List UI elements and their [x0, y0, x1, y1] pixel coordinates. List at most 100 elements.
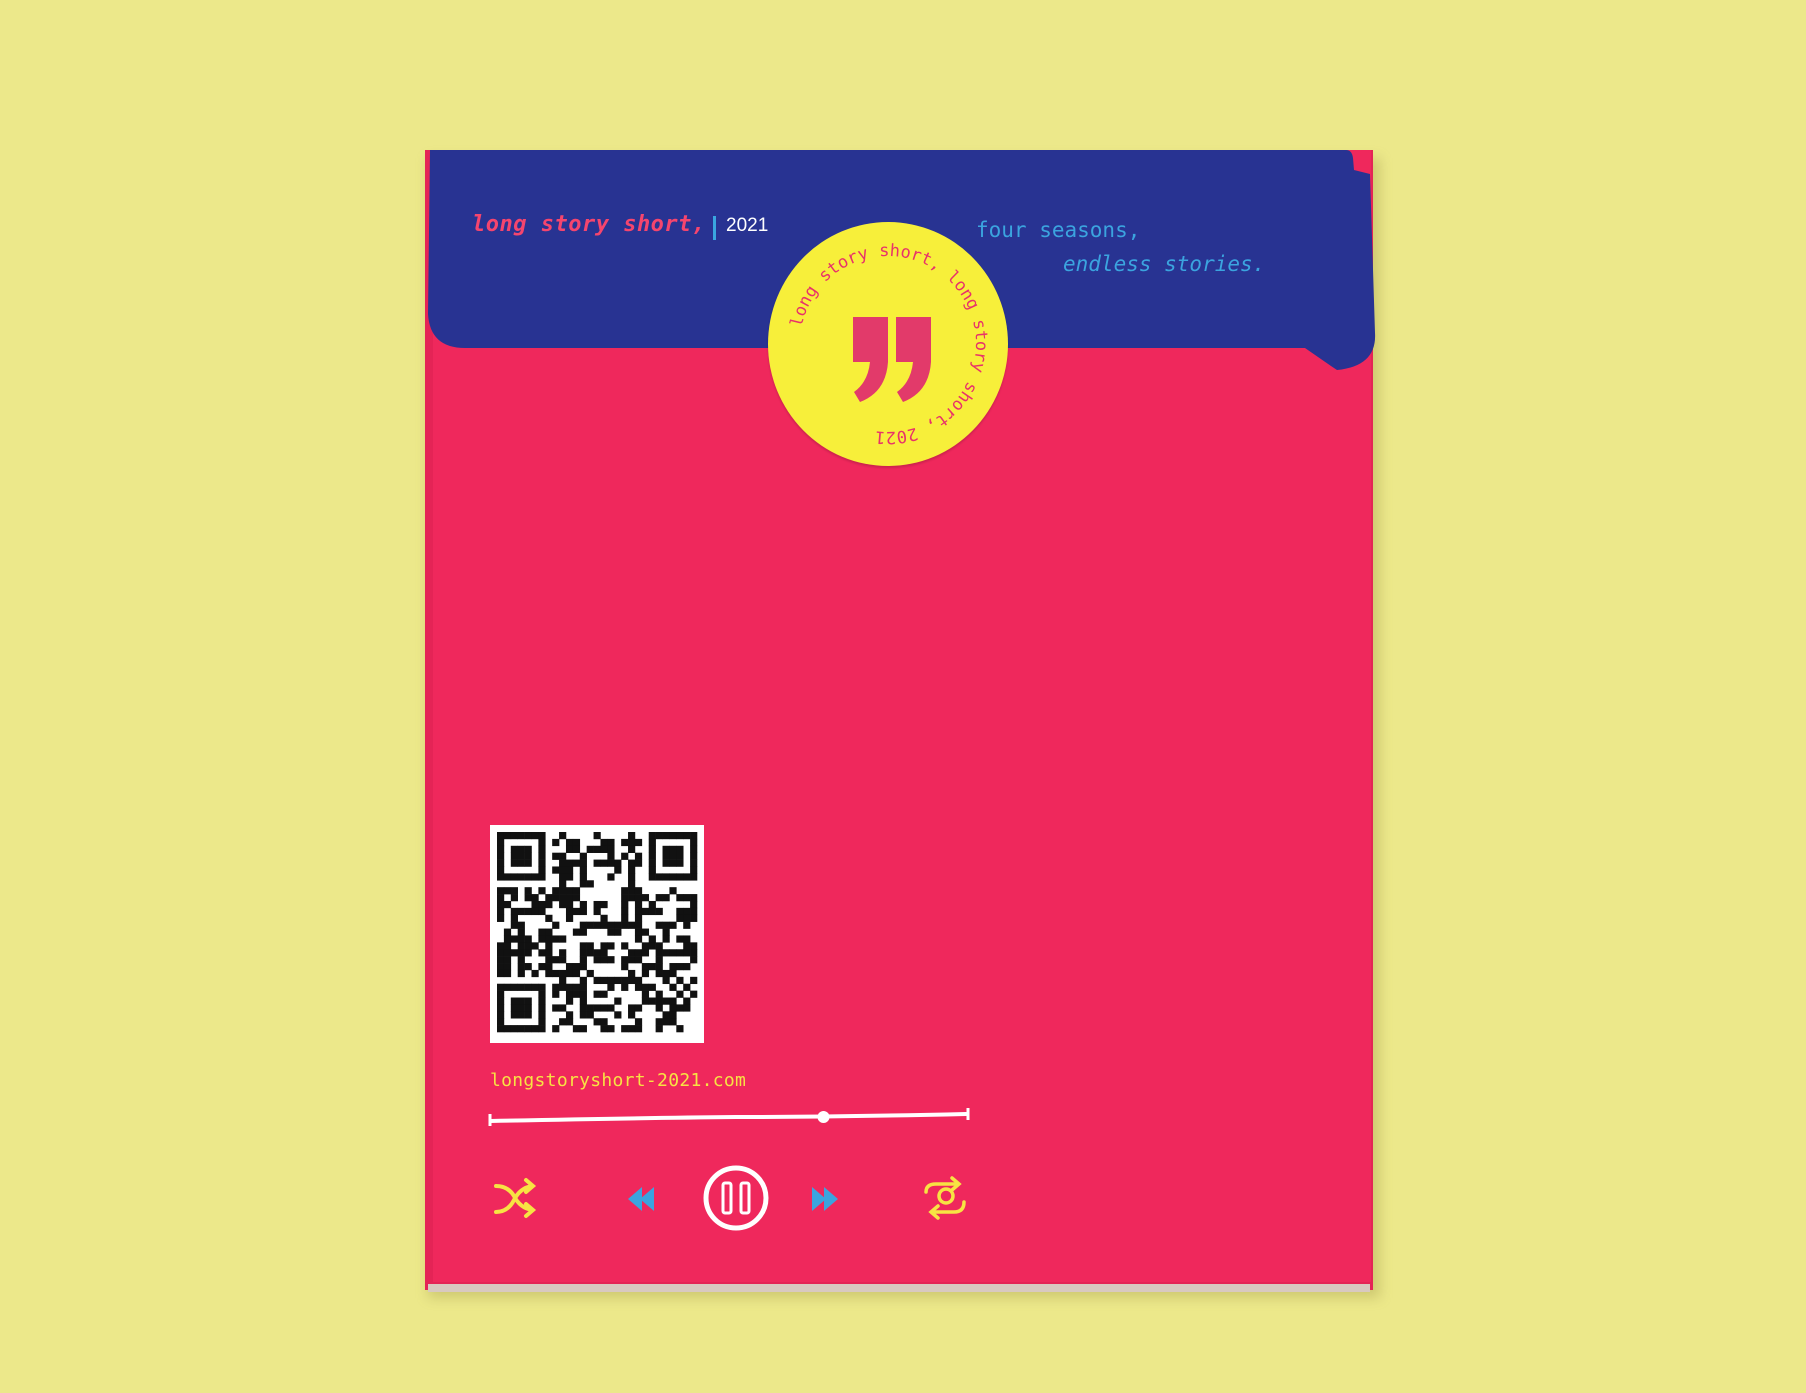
qr-module	[621, 942, 629, 950]
qr-module	[662, 928, 670, 936]
qr-module	[538, 935, 546, 943]
qr-module	[600, 942, 608, 950]
qr-module	[634, 838, 643, 847]
qr-module	[683, 832, 691, 840]
qr-module	[503, 983, 512, 991]
qr-module	[531, 969, 539, 978]
qr-module	[503, 969, 512, 978]
qr-module	[517, 997, 525, 1005]
qr-module	[552, 894, 560, 902]
qr-module	[628, 921, 636, 929]
brand-title: long story short,	[472, 212, 706, 237]
qr-module	[662, 1011, 670, 1019]
qr-module	[572, 969, 581, 978]
qr-module	[510, 935, 518, 943]
repeat-one-icon	[924, 1176, 966, 1220]
qr-module	[497, 887, 505, 895]
qr-module	[579, 942, 587, 950]
qr-module	[497, 1011, 505, 1019]
qr-module	[572, 928, 581, 936]
qr-module	[552, 1025, 560, 1033]
qr-module	[648, 997, 656, 1005]
qr-module	[586, 1011, 594, 1019]
qr-module	[683, 907, 691, 916]
qr-module	[538, 1018, 546, 1026]
qr-module	[628, 956, 636, 964]
shuffle-icon	[494, 1178, 537, 1218]
qr-module	[628, 1004, 636, 1012]
qr-module	[559, 1018, 567, 1026]
qr-module	[676, 963, 684, 971]
qr-module	[572, 894, 581, 902]
qr-module	[559, 866, 567, 874]
qr-module	[614, 976, 622, 985]
qr-module	[662, 935, 670, 943]
qr-module	[607, 845, 615, 853]
qr-module	[690, 838, 698, 847]
qr-module	[565, 1018, 574, 1026]
qr-module	[572, 845, 581, 853]
qr-module	[662, 997, 670, 1005]
qr-module	[538, 832, 546, 840]
qr-module	[600, 914, 608, 922]
qr-module	[538, 887, 546, 895]
qr-module	[538, 963, 546, 971]
qr-module	[662, 894, 670, 902]
qr-module	[579, 956, 587, 964]
qr-module	[559, 935, 567, 943]
qr-module	[538, 900, 546, 909]
qr-module	[524, 963, 532, 971]
qr-module	[648, 838, 656, 847]
qr-module	[579, 1011, 587, 1019]
qr-module	[524, 935, 532, 943]
qr-module	[641, 942, 650, 950]
qr-module	[634, 1025, 643, 1033]
qr-module	[600, 949, 608, 957]
qr-module	[517, 832, 525, 840]
qr-module	[517, 928, 525, 936]
qr-module	[683, 921, 691, 929]
qr-module	[545, 894, 553, 902]
qr-module	[628, 887, 636, 895]
qr-module	[517, 942, 525, 950]
title-separator	[713, 216, 716, 240]
qr-module	[621, 921, 629, 929]
qr-module	[690, 859, 698, 867]
qr-module	[614, 921, 622, 929]
qr-module	[497, 873, 505, 881]
qr-module	[517, 852, 525, 860]
qr-module	[538, 838, 546, 847]
qr-module	[517, 935, 525, 943]
qr-module	[497, 845, 505, 853]
qr-module	[655, 1018, 663, 1026]
qr-module	[510, 1025, 518, 1033]
qr-module	[524, 894, 532, 902]
qr-module	[690, 914, 698, 922]
qr-module	[565, 914, 574, 922]
qr-module	[510, 894, 518, 902]
qr-module	[634, 935, 643, 943]
qr-module	[655, 1025, 663, 1033]
qr-module	[593, 976, 601, 985]
qr-module	[517, 956, 525, 964]
qr-module	[538, 852, 546, 860]
qr-module	[690, 900, 698, 909]
qr-module	[628, 859, 636, 867]
qr-module	[600, 956, 608, 964]
qr-module	[517, 1004, 525, 1012]
qr-module	[497, 859, 505, 867]
qr-module	[641, 928, 650, 936]
qr-module	[497, 1004, 505, 1012]
qr-module	[593, 1018, 601, 1026]
qr-module	[621, 1025, 629, 1033]
qr-module	[552, 866, 560, 874]
qr-module	[600, 845, 608, 853]
qr-module	[676, 832, 684, 840]
qr-module	[503, 873, 512, 881]
qr-module	[662, 873, 670, 881]
qr-module	[497, 838, 505, 847]
qr-module	[676, 845, 684, 853]
qr-module	[676, 907, 684, 916]
qr-module	[641, 969, 650, 978]
qr-module	[497, 832, 505, 840]
